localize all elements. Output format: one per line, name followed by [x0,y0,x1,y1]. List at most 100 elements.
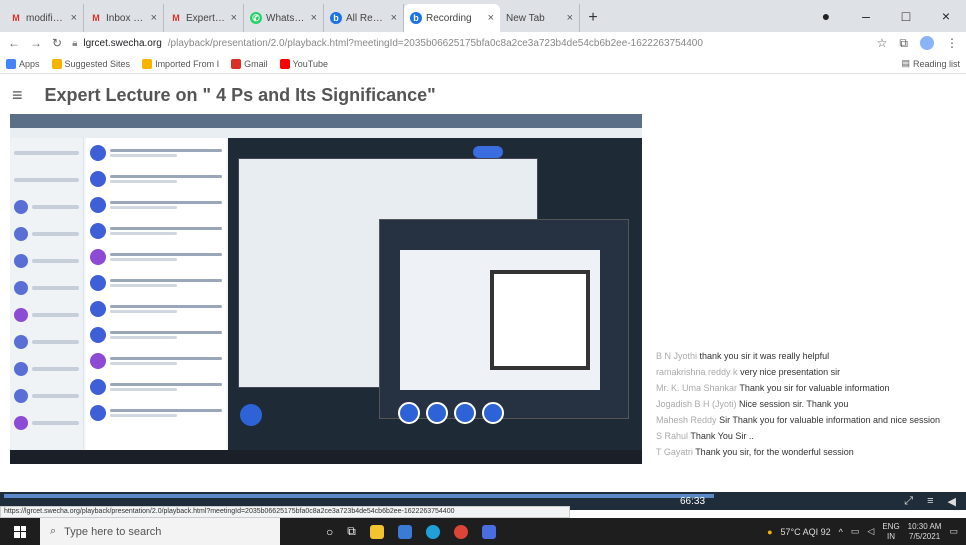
reload-icon[interactable]: ↻ [52,36,62,50]
file-explorer-icon[interactable] [369,524,384,539]
weather-text[interactable]: 57°C AQI 92 [781,527,831,537]
video-share-icon [482,402,504,424]
browser-tab-active[interactable]: b Recording × [404,4,500,32]
notifications-icon[interactable]: ▭ [949,526,958,537]
status-url: https://lgrcet.swecha.org/playback/prese… [0,506,570,518]
video-plus-icon [240,404,262,426]
close-tab-icon[interactable]: × [391,12,397,24]
video-sidebar-row [14,384,79,408]
back-icon[interactable]: ← [8,36,20,50]
bookmark-suggested-sites[interactable]: Suggested Sites [51,58,130,69]
chat-sender: B N Jyothi [656,351,698,361]
url-input[interactable]: 🔒︎ lgrcet.swecha.org/playback/presentati… [72,34,867,52]
profile-icon[interactable]: ● [806,8,846,24]
video-sidebar-row [14,276,79,300]
bookmark-star-icon[interactable]: ☆ [877,36,888,50]
task-view-icon[interactable]: ⧉ [347,524,356,539]
video-sidebar-row [14,195,79,219]
close-tab-icon[interactable]: × [71,12,77,24]
extensions-icon[interactable]: ⧉ [899,36,908,51]
chrome-icon[interactable] [453,524,468,539]
chat-text: Thank you sir for valuable information [739,383,890,393]
video-sidebar [10,138,84,450]
video-camera-icon [454,402,476,424]
volume-tray-icon[interactable]: ◁ [867,526,874,537]
edge-icon[interactable] [425,524,440,539]
chat-sender: T Gayatri [656,447,693,457]
bookmark-label: Gmail [244,58,268,69]
chat-sender: Mr. K. Uma Shankar [656,383,738,393]
maximize-button[interactable]: □ [886,8,926,24]
chat-message: S Rahul Thank You Sir .. [656,428,956,444]
chevron-up-icon[interactable]: ^ [839,527,843,537]
clock[interactable]: 10:30 AM 7/5/2021 [908,522,942,542]
browser-tab[interactable]: New Tab × [500,4,580,32]
browser-tab[interactable]: b All Recordings × [324,4,404,32]
chat-message: Jogadish B H (Jyoti) Nice session sir. T… [656,396,956,412]
chat-sender: Mahesh Reddy [656,415,717,425]
video-mic-icon [398,402,420,424]
forward-icon[interactable]: → [30,36,42,50]
gmail-icon: M [92,13,100,23]
close-tab-icon[interactable]: × [488,12,494,24]
chat-text: thank you sir it was really helpful [699,351,830,361]
nested-screenshare-inner2 [400,250,600,390]
youtube-icon [279,58,290,69]
reading-list-label: Reading list [912,58,960,69]
video-taskbar [10,450,642,464]
start-button[interactable] [0,518,40,545]
mail-icon[interactable] [397,524,412,539]
bookmark-youtube[interactable]: YouTube [279,58,328,69]
windows-logo-icon [14,525,26,538]
fullscreen-icon[interactable]: ⤢ [904,495,913,508]
browser-tab[interactable]: M Expert Lecture o... × [164,4,244,32]
minimize-button[interactable]: – [846,8,886,24]
video-user-row [90,194,222,216]
video-recording-badge [473,146,503,158]
chat-text: Thank You Sir .. [690,431,754,441]
close-window-button[interactable]: × [926,8,966,24]
browser-tab[interactable]: ✆ WhatsApp × [244,4,324,32]
bookmark-gmail[interactable]: Gmail [231,58,268,69]
new-tab-button[interactable]: + [580,4,606,32]
window-controls: ● – □ × [806,0,966,32]
sections-icon[interactable]: ≡ [927,495,933,508]
video-user-list [86,138,226,450]
chat-sender: S Rahul [656,431,689,441]
chat-message: Mr. K. Uma Shankar Thank you sir for val… [656,380,956,396]
nested-screenshare-inner3 [490,270,590,370]
browser-tab[interactable]: Mmodified ide g... × [4,4,84,32]
reading-list[interactable]: ▤ Reading list [901,58,960,69]
nested-screenshare [238,158,629,419]
video-sidebar-row [14,222,79,246]
close-tab-icon[interactable]: × [231,12,237,24]
bookmark-apps[interactable]: Apps [6,58,40,69]
tab-label: New Tab [506,12,545,24]
taskbar-search-input[interactable]: ⌕ Type here to search [40,518,280,545]
close-tab-icon[interactable]: × [311,12,317,24]
chat-panel: B N Jyothi thank you sir it was really h… [656,348,956,460]
close-tab-icon[interactable]: × [567,12,573,24]
language-indicator[interactable]: ENG IN [882,522,899,542]
avatar[interactable] [920,36,934,50]
weather-icon[interactable]: ● [767,527,772,537]
folder-icon [142,58,153,69]
menu-icon[interactable]: ⋮ [946,36,958,50]
lock-icon: 🔒︎ [72,37,78,49]
video-user-row [90,324,222,346]
cortana-icon[interactable]: ○ [326,525,333,539]
playback-time: 66:33 [680,496,706,507]
volume-icon[interactable]: ◀ [948,495,956,508]
store-icon[interactable] [481,524,496,539]
gmail-icon: M [172,13,180,23]
browser-tab[interactable]: M Inbox (89) - ime... × [84,4,164,32]
presentation-video[interactable] [10,114,642,464]
video-sidebar-row [14,249,79,273]
video-sidebar-row [14,303,79,327]
tab-label: All Recordings [346,12,387,24]
hamburger-menu-icon[interactable]: ≡ [12,85,23,106]
network-icon[interactable]: ▭ [851,526,860,537]
playback-progress-bar[interactable] [4,494,714,498]
bookmark-imported[interactable]: Imported From I [142,58,219,69]
close-tab-icon[interactable]: × [151,12,157,24]
